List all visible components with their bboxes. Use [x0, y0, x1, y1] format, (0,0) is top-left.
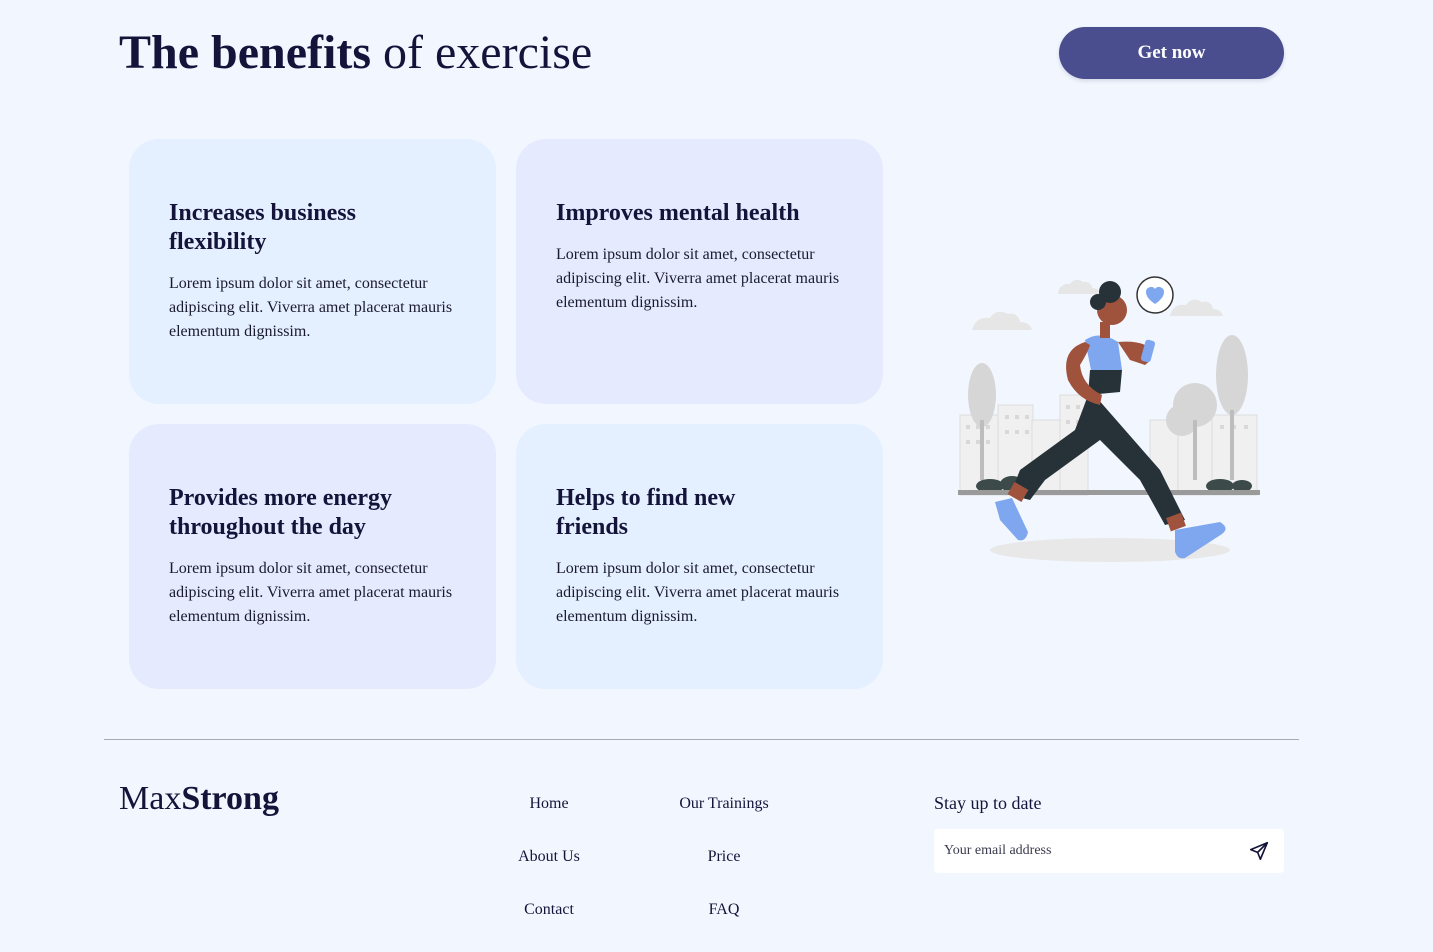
- footer-divider: [104, 739, 1299, 740]
- benefit-card: Provides more energy throughout the day …: [129, 424, 496, 689]
- email-input[interactable]: [944, 829, 1234, 873]
- benefit-card-title: Increases business flexibility: [169, 200, 356, 255]
- ground-line: [958, 490, 1260, 495]
- benefit-card-body: Lorem ipsum dolor sit amet, consectetur …: [169, 275, 453, 340]
- newsletter-heading: Stay up to date: [934, 793, 1042, 813]
- logo[interactable]: MaxStrong: [119, 779, 279, 819]
- page-title-bold: The benefits: [119, 26, 371, 79]
- benefit-card-body: Lorem ipsum dolor sit amet, consectetur …: [169, 560, 453, 625]
- benefit-card: Improves mental health Lorem ipsum dolor…: [516, 139, 883, 404]
- footer-link-price[interactable]: Price: [708, 847, 741, 867]
- benefit-card-body: Lorem ipsum dolor sit amet, consectetur …: [556, 246, 840, 311]
- benefit-card-title: Improves mental health: [556, 200, 800, 226]
- footer-link-our-trainings[interactable]: Our Trainings: [679, 794, 768, 814]
- running-woman-illustration: [958, 276, 1260, 562]
- newsletter-form: [934, 829, 1284, 873]
- benefit-card-title: Provides more energy throughout the day: [169, 485, 393, 540]
- heart-speech-bubble: [1136, 276, 1174, 314]
- footer-link-contact[interactable]: Contact: [524, 900, 574, 920]
- benefit-card: Increases business flexibility Lorem ips…: [129, 139, 496, 404]
- footer-link-faq[interactable]: FAQ: [709, 900, 740, 920]
- page-title-rest: of exercise: [371, 26, 593, 79]
- get-now-button[interactable]: Get now: [1059, 27, 1284, 79]
- benefit-card-body: Lorem ipsum dolor sit amet, consectetur …: [556, 560, 840, 625]
- logo-light: Max: [119, 780, 182, 817]
- page-title: The benefits of exercise: [119, 22, 592, 84]
- benefit-card-title: Helps to find new friends: [556, 485, 736, 540]
- benefit-card: Helps to find new friends Lorem ipsum do…: [516, 424, 883, 689]
- send-icon[interactable]: [1248, 840, 1270, 862]
- logo-bold: Strong: [181, 780, 279, 817]
- footer-link-about-us[interactable]: About Us: [518, 847, 580, 867]
- footer-link-home[interactable]: Home: [529, 794, 568, 814]
